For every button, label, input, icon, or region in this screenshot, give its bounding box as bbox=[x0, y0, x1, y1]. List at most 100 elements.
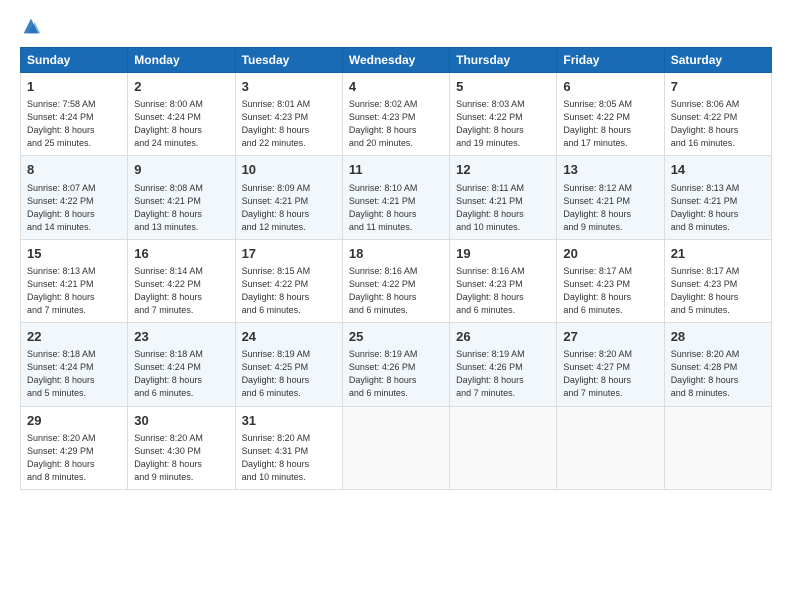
day-number: 17 bbox=[242, 245, 336, 263]
calendar-day-header: Friday bbox=[557, 48, 664, 73]
calendar-week-row: 29 Sunrise: 8:20 AM Sunset: 4:29 PM Dayli… bbox=[21, 406, 772, 489]
day-number: 10 bbox=[242, 161, 336, 179]
calendar-cell bbox=[342, 406, 449, 489]
day-number: 5 bbox=[456, 78, 550, 96]
calendar-week-row: 1 Sunrise: 7:58 AM Sunset: 4:24 PM Daylig… bbox=[21, 73, 772, 156]
day-number: 29 bbox=[27, 412, 121, 430]
day-number: 15 bbox=[27, 245, 121, 263]
day-info: Sunrise: 8:17 AM Sunset: 4:23 PM Dayligh… bbox=[671, 265, 765, 317]
calendar-cell: 3 Sunrise: 8:01 AM Sunset: 4:23 PM Daylig… bbox=[235, 73, 342, 156]
day-number: 19 bbox=[456, 245, 550, 263]
day-info: Sunrise: 8:16 AM Sunset: 4:23 PM Dayligh… bbox=[456, 265, 550, 317]
day-number: 22 bbox=[27, 328, 121, 346]
calendar-cell: 20 Sunrise: 8:17 AM Sunset: 4:23 PM Dayli… bbox=[557, 239, 664, 322]
day-info: Sunrise: 8:14 AM Sunset: 4:22 PM Dayligh… bbox=[134, 265, 228, 317]
day-number: 13 bbox=[563, 161, 657, 179]
day-number: 9 bbox=[134, 161, 228, 179]
calendar-cell bbox=[557, 406, 664, 489]
day-number: 11 bbox=[349, 161, 443, 179]
calendar-cell: 31 Sunrise: 8:20 AM Sunset: 4:31 PM Dayli… bbox=[235, 406, 342, 489]
day-info: Sunrise: 8:13 AM Sunset: 4:21 PM Dayligh… bbox=[671, 182, 765, 234]
day-number: 21 bbox=[671, 245, 765, 263]
day-info: Sunrise: 8:13 AM Sunset: 4:21 PM Dayligh… bbox=[27, 265, 121, 317]
day-info: Sunrise: 8:01 AM Sunset: 4:23 PM Dayligh… bbox=[242, 98, 336, 150]
calendar-cell: 9 Sunrise: 8:08 AM Sunset: 4:21 PM Daylig… bbox=[128, 156, 235, 239]
day-info: Sunrise: 8:00 AM Sunset: 4:24 PM Dayligh… bbox=[134, 98, 228, 150]
day-number: 31 bbox=[242, 412, 336, 430]
calendar-cell: 28 Sunrise: 8:20 AM Sunset: 4:28 PM Dayli… bbox=[664, 323, 771, 406]
calendar-cell: 12 Sunrise: 8:11 AM Sunset: 4:21 PM Dayli… bbox=[450, 156, 557, 239]
day-info: Sunrise: 8:17 AM Sunset: 4:23 PM Dayligh… bbox=[563, 265, 657, 317]
day-number: 4 bbox=[349, 78, 443, 96]
calendar-cell: 14 Sunrise: 8:13 AM Sunset: 4:21 PM Dayli… bbox=[664, 156, 771, 239]
logo-icon bbox=[20, 15, 42, 37]
day-number: 6 bbox=[563, 78, 657, 96]
day-info: Sunrise: 8:12 AM Sunset: 4:21 PM Dayligh… bbox=[563, 182, 657, 234]
day-info: Sunrise: 8:19 AM Sunset: 4:26 PM Dayligh… bbox=[456, 348, 550, 400]
calendar-cell: 29 Sunrise: 8:20 AM Sunset: 4:29 PM Dayli… bbox=[21, 406, 128, 489]
day-info: Sunrise: 8:19 AM Sunset: 4:26 PM Dayligh… bbox=[349, 348, 443, 400]
day-info: Sunrise: 8:20 AM Sunset: 4:29 PM Dayligh… bbox=[27, 432, 121, 484]
day-number: 18 bbox=[349, 245, 443, 263]
day-info: Sunrise: 8:15 AM Sunset: 4:22 PM Dayligh… bbox=[242, 265, 336, 317]
day-info: Sunrise: 8:06 AM Sunset: 4:22 PM Dayligh… bbox=[671, 98, 765, 150]
day-number: 24 bbox=[242, 328, 336, 346]
calendar-cell: 16Sunrise: 8:14 AM Sunset: 4:22 PM Dayli… bbox=[128, 239, 235, 322]
calendar-cell: 25Sunrise: 8:19 AM Sunset: 4:26 PM Dayli… bbox=[342, 323, 449, 406]
day-info: Sunrise: 8:18 AM Sunset: 4:24 PM Dayligh… bbox=[27, 348, 121, 400]
day-info: Sunrise: 8:18 AM Sunset: 4:24 PM Dayligh… bbox=[134, 348, 228, 400]
day-info: Sunrise: 7:58 AM Sunset: 4:24 PM Dayligh… bbox=[27, 98, 121, 150]
day-info: Sunrise: 8:05 AM Sunset: 4:22 PM Dayligh… bbox=[563, 98, 657, 150]
day-info: Sunrise: 8:20 AM Sunset: 4:27 PM Dayligh… bbox=[563, 348, 657, 400]
day-number: 1 bbox=[27, 78, 121, 96]
calendar-cell: 6 Sunrise: 8:05 AM Sunset: 4:22 PM Daylig… bbox=[557, 73, 664, 156]
calendar-cell: 23 Sunrise: 8:18 AM Sunset: 4:24 PM Dayli… bbox=[128, 323, 235, 406]
calendar-cell: 10Sunrise: 8:09 AM Sunset: 4:21 PM Dayli… bbox=[235, 156, 342, 239]
page: SundayMondayTuesdayWednesdayThursdayFrid… bbox=[0, 0, 792, 612]
calendar-day-header: Thursday bbox=[450, 48, 557, 73]
day-info: Sunrise: 8:02 AM Sunset: 4:23 PM Dayligh… bbox=[349, 98, 443, 150]
calendar-cell: 19 Sunrise: 8:16 AM Sunset: 4:23 PM Dayli… bbox=[450, 239, 557, 322]
calendar-week-row: 8 Sunrise: 8:07 AM Sunset: 4:22 PM Daylig… bbox=[21, 156, 772, 239]
day-number: 8 bbox=[27, 161, 121, 179]
calendar-cell bbox=[664, 406, 771, 489]
day-info: Sunrise: 8:16 AM Sunset: 4:22 PM Dayligh… bbox=[349, 265, 443, 317]
calendar-cell: 21 Sunrise: 8:17 AM Sunset: 4:23 PM Dayli… bbox=[664, 239, 771, 322]
day-info: Sunrise: 8:07 AM Sunset: 4:22 PM Dayligh… bbox=[27, 182, 121, 234]
day-number: 20 bbox=[563, 245, 657, 263]
day-info: Sunrise: 8:20 AM Sunset: 4:30 PM Dayligh… bbox=[134, 432, 228, 484]
logo bbox=[20, 15, 46, 37]
day-info: Sunrise: 8:08 AM Sunset: 4:21 PM Dayligh… bbox=[134, 182, 228, 234]
day-number: 12 bbox=[456, 161, 550, 179]
day-number: 3 bbox=[242, 78, 336, 96]
day-info: Sunrise: 8:20 AM Sunset: 4:28 PM Dayligh… bbox=[671, 348, 765, 400]
day-number: 28 bbox=[671, 328, 765, 346]
calendar-day-header: Sunday bbox=[21, 48, 128, 73]
calendar-day-header: Monday bbox=[128, 48, 235, 73]
calendar-day-header: Wednesday bbox=[342, 48, 449, 73]
day-number: 7 bbox=[671, 78, 765, 96]
day-number: 26 bbox=[456, 328, 550, 346]
calendar-cell bbox=[450, 406, 557, 489]
day-number: 30 bbox=[134, 412, 228, 430]
calendar-cell: 1 Sunrise: 7:58 AM Sunset: 4:24 PM Daylig… bbox=[21, 73, 128, 156]
day-info: Sunrise: 8:11 AM Sunset: 4:21 PM Dayligh… bbox=[456, 182, 550, 234]
calendar-cell: 27Sunrise: 8:20 AM Sunset: 4:27 PM Dayli… bbox=[557, 323, 664, 406]
day-info: Sunrise: 8:03 AM Sunset: 4:22 PM Dayligh… bbox=[456, 98, 550, 150]
day-info: Sunrise: 8:20 AM Sunset: 4:31 PM Dayligh… bbox=[242, 432, 336, 484]
calendar-table: SundayMondayTuesdayWednesdayThursdayFrid… bbox=[20, 47, 772, 490]
day-number: 14 bbox=[671, 161, 765, 179]
calendar-cell: 26 Sunrise: 8:19 AM Sunset: 4:26 PM Dayli… bbox=[450, 323, 557, 406]
header bbox=[20, 15, 772, 37]
calendar-cell: 17 Sunrise: 8:15 AM Sunset: 4:22 PM Dayli… bbox=[235, 239, 342, 322]
calendar-cell: 8 Sunrise: 8:07 AM Sunset: 4:22 PM Daylig… bbox=[21, 156, 128, 239]
calendar-cell: 4 Sunrise: 8:02 AM Sunset: 4:23 PM Daylig… bbox=[342, 73, 449, 156]
calendar-cell: 22 Sunrise: 8:18 AM Sunset: 4:24 PM Dayli… bbox=[21, 323, 128, 406]
calendar-cell: 7 Sunrise: 8:06 AM Sunset: 4:22 PM Daylig… bbox=[664, 73, 771, 156]
calendar-cell: 13 Sunrise: 8:12 AM Sunset: 4:21 PM Dayli… bbox=[557, 156, 664, 239]
calendar-cell: 18 Sunrise: 8:16 AM Sunset: 4:22 PM Dayli… bbox=[342, 239, 449, 322]
day-info: Sunrise: 8:19 AM Sunset: 4:25 PM Dayligh… bbox=[242, 348, 336, 400]
day-number: 2 bbox=[134, 78, 228, 96]
calendar-cell: 11Sunrise: 8:10 AM Sunset: 4:21 PM Dayli… bbox=[342, 156, 449, 239]
day-number: 23 bbox=[134, 328, 228, 346]
